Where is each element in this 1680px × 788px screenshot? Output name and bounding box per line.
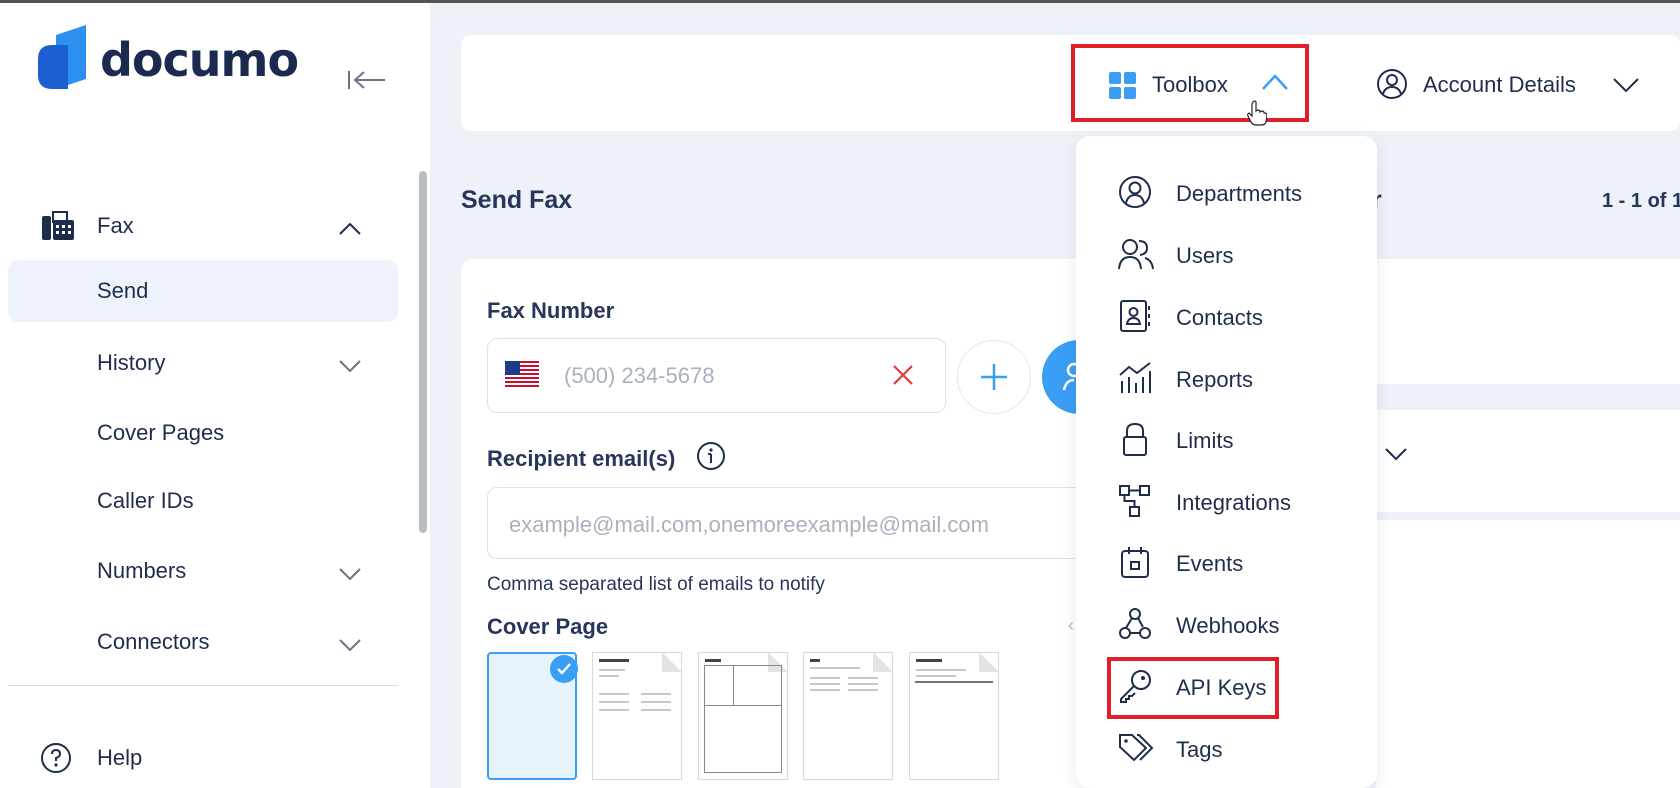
plus-icon: [981, 364, 1007, 390]
right-panel-card: [1376, 259, 1680, 384]
toolbox-button[interactable]: Toolbox: [1071, 44, 1309, 126]
toolbox-label: Toolbox: [1152, 72, 1228, 97]
chevron-up-icon: [338, 217, 362, 243]
menu-item-contacts[interactable]: Contacts: [1110, 291, 1360, 341]
menu-item-webhooks[interactable]: Webhooks: [1110, 599, 1360, 649]
user-circle-icon: [1118, 175, 1152, 214]
clear-icon[interactable]: [892, 364, 914, 391]
cover-thumbnail[interactable]: [909, 652, 999, 780]
sidebar-item-label: Cover Pages: [97, 420, 225, 445]
hand-cursor-icon: [1247, 100, 1268, 131]
recipient-email-helper: Comma separated list of emails to notify: [487, 574, 825, 595]
fax-number-label: Fax Number: [487, 298, 615, 323]
documo-logo[interactable]: documo: [38, 25, 299, 95]
sidebar-item-caller-ids[interactable]: Caller IDs: [8, 470, 398, 532]
sidebar-item-help[interactable]: Help: [8, 727, 398, 788]
menu-item-departments[interactable]: Departments: [1110, 167, 1360, 217]
fax-machine-icon: [41, 210, 75, 248]
sidebar: documo Fax Send History Cover Pages Call…: [0, 3, 430, 788]
sidebar-item-label: Send: [97, 278, 149, 303]
menu-item-label: Events: [1176, 551, 1244, 576]
menu-item-integrations[interactable]: Integrations: [1110, 476, 1360, 526]
menu-item-reports[interactable]: Reports: [1110, 353, 1360, 403]
brand-name: documo: [100, 33, 299, 87]
menu-item-label: Users: [1176, 243, 1234, 268]
menu-item-label: Integrations: [1176, 490, 1291, 515]
recipient-email-label: Recipient email(s): [487, 446, 676, 471]
sidebar-item-label: Help: [97, 745, 143, 770]
documo-logo-icon: [38, 25, 94, 95]
sidebar-item-label: Caller IDs: [97, 488, 194, 513]
check-icon: [550, 655, 578, 683]
tags-icon: [1118, 731, 1154, 770]
menu-item-users[interactable]: Users: [1110, 229, 1360, 279]
menu-item-limits[interactable]: Limits: [1110, 414, 1360, 464]
sidebar-scrollbar[interactable]: [419, 171, 427, 533]
sidebar-item-send[interactable]: Send: [8, 260, 398, 322]
info-icon[interactable]: [696, 441, 726, 476]
lock-icon: [1118, 422, 1152, 461]
sidebar-item-cover-pages[interactable]: Cover Pages: [8, 402, 398, 464]
sidebar-item-label: Fax: [97, 213, 134, 238]
sidebar-item-label: Numbers: [97, 558, 187, 583]
menu-item-label: Webhooks: [1176, 613, 1280, 638]
cover-prev-arrow[interactable]: ‹: [1068, 615, 1074, 636]
right-panel-list: [1376, 520, 1680, 788]
webhook-icon: [1118, 607, 1152, 646]
sidebar-item-label: Connectors: [97, 629, 210, 654]
cover-thumbnail[interactable]: [592, 652, 682, 780]
collapse-sidebar-button[interactable]: [345, 65, 389, 95]
contacts-book-icon: [1118, 299, 1152, 338]
menu-item-events[interactable]: Events: [1110, 537, 1360, 587]
page-title: Send Fax: [461, 186, 573, 214]
add-number-button[interactable]: [957, 340, 1031, 414]
chevron-down-icon: [338, 562, 362, 588]
chevron-down-icon: [338, 633, 362, 659]
recipient-email-placeholder: example@mail.com,onemoreexample@mail.com: [509, 512, 989, 537]
chevron-down-icon: [1612, 76, 1640, 99]
collapse-left-icon: [348, 71, 385, 89]
menu-item-label: Departments: [1176, 181, 1302, 206]
api-keys-highlight: [1107, 657, 1279, 719]
sidebar-item-history[interactable]: History: [8, 332, 398, 394]
chevron-down-icon: [338, 354, 362, 380]
menu-item-tags[interactable]: Tags: [1110, 723, 1360, 773]
chevron-up-icon: [1261, 73, 1289, 96]
fax-number-field[interactable]: (500) 234-5678: [487, 338, 946, 413]
users-icon: [1118, 237, 1154, 276]
menu-item-label: Contacts: [1176, 305, 1263, 330]
recipient-email-input[interactable]: example@mail.com,onemoreexample@mail.com: [487, 487, 1107, 559]
cover-thumbnail[interactable]: [803, 652, 893, 780]
fax-number-placeholder: (500) 234-5678: [564, 363, 715, 388]
grid-apps-icon: [1109, 72, 1137, 105]
sidebar-divider: [8, 685, 398, 686]
account-details-label: Account Details: [1423, 72, 1576, 97]
account-user-icon: [1376, 68, 1408, 105]
reports-chart-icon: [1118, 361, 1152, 400]
cover-thumbnail[interactable]: [698, 652, 788, 780]
integrations-icon: [1118, 484, 1152, 523]
us-flag-icon[interactable]: [505, 361, 539, 392]
menu-item-label: Limits: [1176, 428, 1234, 453]
sidebar-item-numbers[interactable]: Numbers: [8, 540, 398, 602]
menu-item-label: Tags: [1176, 737, 1223, 762]
sidebar-item-fax[interactable]: Fax: [8, 195, 398, 257]
chevron-down-icon: [1384, 446, 1408, 467]
pagination-count: 1 - 1 of 1: [1602, 190, 1680, 212]
cover-page-label: Cover Page: [487, 614, 609, 639]
help-icon: [40, 742, 72, 780]
calendar-icon: [1118, 545, 1152, 584]
menu-item-label: Reports: [1176, 367, 1254, 392]
sidebar-item-connectors[interactable]: Connectors: [8, 611, 398, 673]
right-panel-filter[interactable]: [1376, 410, 1680, 512]
sidebar-item-label: History: [97, 350, 166, 375]
